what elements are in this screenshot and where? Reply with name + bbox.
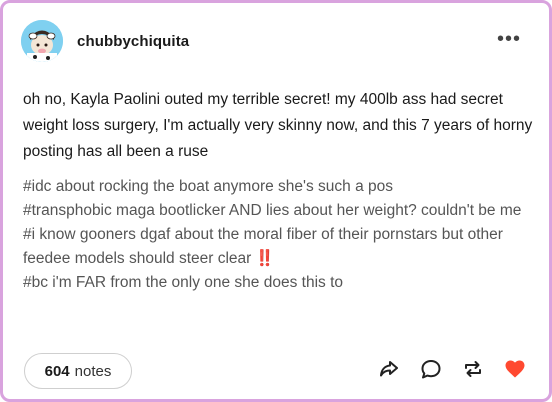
notes-label: notes [74, 362, 112, 380]
double-exclamation-emoji: ‼️ [255, 250, 275, 267]
tag[interactable]: #idc about rocking the boat anymore she'… [23, 175, 535, 199]
post-actions [377, 357, 527, 381]
more-options-button[interactable]: ••• [497, 29, 521, 49]
notes-button[interactable]: 604 notes [24, 353, 132, 389]
reply-icon[interactable] [419, 357, 443, 381]
heart-icon[interactable] [503, 357, 527, 381]
post-card: chubbychiquita ••• oh no, Kayla Paolini … [0, 0, 552, 402]
username[interactable]: chubbychiquita [77, 33, 189, 50]
tag[interactable]: #i know gooners dgaf about the moral fib… [23, 223, 535, 271]
reblog-icon[interactable] [461, 357, 485, 381]
notes-count: 604 [44, 362, 70, 380]
avatar[interactable] [21, 20, 63, 62]
post-body: oh no, Kayla Paolini outed my terrible s… [23, 91, 533, 160]
post-header: chubbychiquita ••• [21, 19, 529, 63]
tag[interactable]: #bc i'm FAR from the only one she does t… [23, 271, 535, 295]
cow-avatar-illustration [21, 20, 63, 62]
share-icon[interactable] [377, 357, 401, 381]
post-tags: #idc about rocking the boat anymore she'… [23, 175, 535, 295]
tag[interactable]: #transphobic maga bootlicker AND lies ab… [23, 199, 535, 223]
